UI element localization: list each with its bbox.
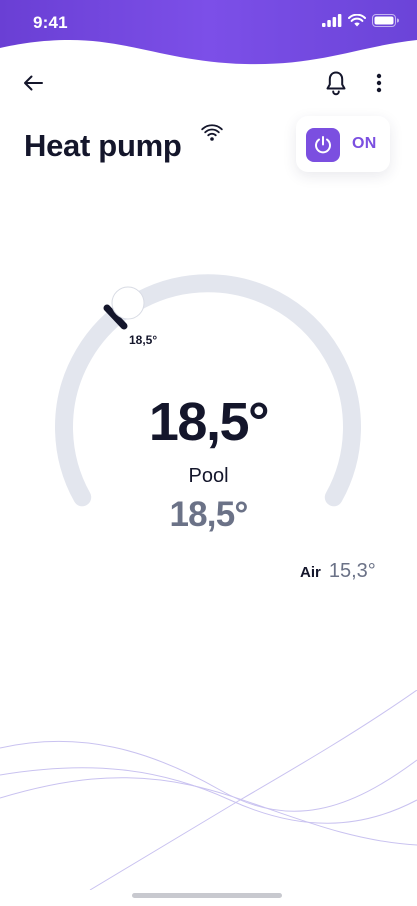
decorative-waves [0,690,417,890]
more-vertical-icon [376,73,382,93]
wifi-status-icon [348,14,366,27]
status-time: 9:41 [33,13,68,32]
air-label: Air [300,564,321,581]
notifications-button[interactable] [322,67,350,99]
back-button[interactable] [18,68,48,98]
pool-label: Pool [188,465,229,487]
power-state-label: ON [352,135,377,152]
bell-icon [326,71,346,96]
dial-handle[interactable] [111,286,145,320]
pool-temperature: 18,5° [169,495,248,534]
status-bar: 9:41 [0,0,417,46]
power-toggle[interactable]: ON [296,116,390,172]
battery-icon [372,14,399,27]
status-icons [322,14,399,27]
power-icon [315,136,331,154]
air-value: 15,3° [328,560,376,582]
arrow-left-icon [24,75,43,91]
top-navigation [0,62,417,102]
more-options-button[interactable] [366,67,392,99]
page-title: Heat pump [24,128,182,163]
power-button[interactable] [306,128,340,162]
dial-handle-label: 18,5° [129,333,158,347]
title-row: Heat pump [24,124,223,168]
air-temperature: Air 15,3° [300,560,376,588]
setpoint-temperature: 18,5° [148,392,270,452]
home-indicator[interactable] [132,893,282,898]
cellular-signal-icon [322,14,342,27]
wifi-icon [201,124,223,141]
